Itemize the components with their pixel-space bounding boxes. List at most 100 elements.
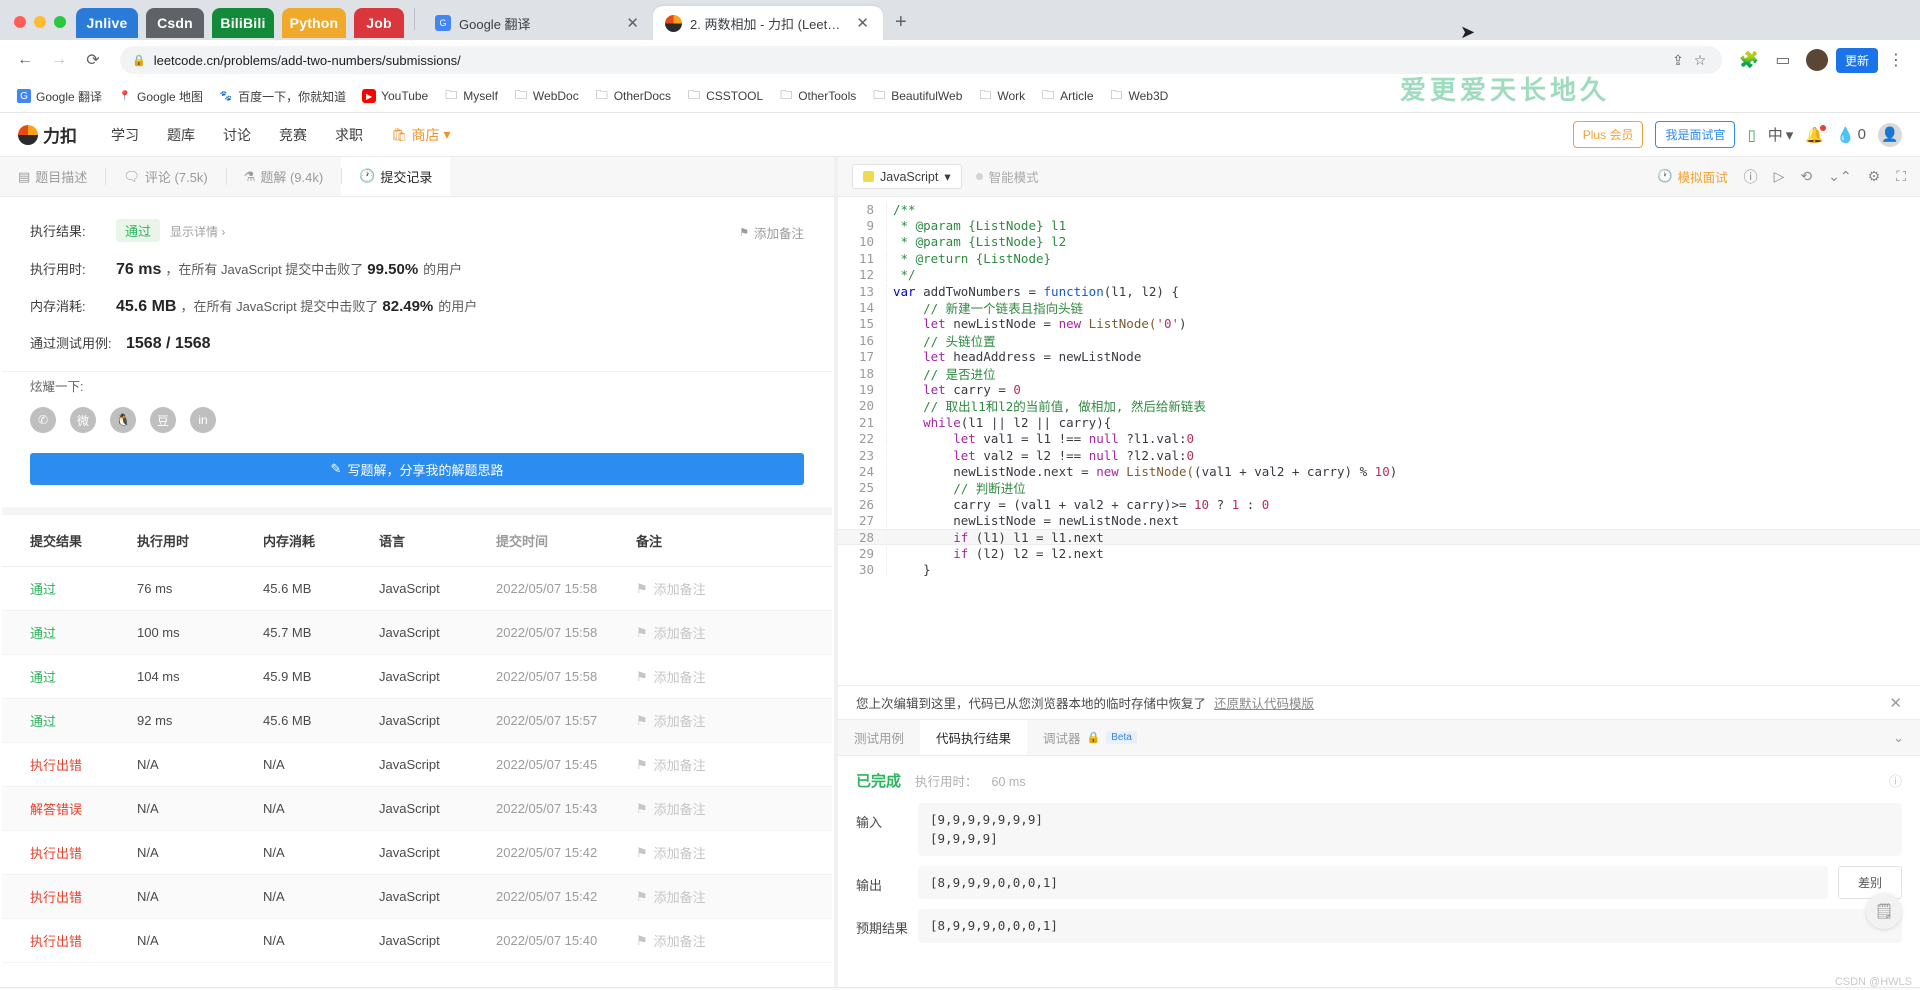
reload-icon[interactable]: ⟳ [78, 45, 108, 75]
bookmark-item[interactable]: 🗀 WebDoc [507, 85, 586, 107]
table-row[interactable]: 通过 92 ms 45.6 MB JavaScript 2022/05/07 15:57… [2, 698, 832, 743]
format-icon[interactable]: ⌄⌃ [1828, 168, 1851, 185]
pinned-tab-bilibili[interactable]: BiliBili [212, 8, 274, 38]
share-icon[interactable]: ⇪ [1668, 50, 1688, 70]
table-row[interactable]: 通过 104 ms 45.9 MB JavaScript 2022/05/07 15:5… [2, 654, 832, 699]
close-icon[interactable]: ✕ [854, 14, 871, 32]
reset-icon[interactable]: ⟲ [1800, 168, 1812, 185]
profile-icon[interactable] [1802, 45, 1832, 75]
user-avatar[interactable]: 👤 [1878, 122, 1902, 147]
cell-result[interactable]: 通过 [2, 610, 127, 655]
chrome-menu-icon[interactable]: ⋮ [1882, 50, 1910, 70]
fullscreen-icon[interactable]: ⛶ [1896, 168, 1906, 185]
table-row[interactable]: 执行出错 N/A N/A JavaScript 2022/05/07 15:42 ⚑ 添加备… [2, 874, 832, 919]
table-row[interactable]: 通过 76 ms 45.6 MB JavaScript 2022/05/07 15:58… [2, 566, 832, 611]
linkedin-icon[interactable]: in [190, 407, 216, 433]
close-icon[interactable]: ✕ [624, 14, 641, 32]
run-icon[interactable]: ▷ [1774, 168, 1785, 185]
nav-item-store[interactable]: 🛍 商店 ▾ [377, 125, 465, 145]
bookmark-item[interactable]: 🗀 Web3D [1103, 85, 1176, 107]
tab-execution-result[interactable]: 代码执行结果 [920, 720, 1028, 755]
close-icon[interactable]: ✕ [1889, 694, 1902, 712]
pinned-tab-jnlive[interactable]: Jnlive [76, 8, 138, 38]
tab-debugger[interactable]: 调试器 🔒 Beta [1027, 720, 1153, 755]
language-selector-button[interactable]: JavaScript ▾ [852, 164, 962, 189]
table-row[interactable]: 解答错误 N/A N/A JavaScript 2022/05/07 15:43 ⚑ 添加备… [2, 786, 832, 831]
bookmark-item[interactable]: ▶ YouTube [355, 85, 435, 107]
diff-button[interactable]: 差别 [1838, 865, 1902, 899]
table-row[interactable]: 通过 100 ms 45.7 MB JavaScript 2022/05/07 15:5… [2, 610, 832, 655]
settings-icon[interactable]: ⚙ [1868, 168, 1881, 185]
douban-icon[interactable]: 豆 [150, 407, 176, 433]
extensions-icon[interactable]: 🧩 [1734, 45, 1764, 75]
pinned-tab-job[interactable]: Job [354, 8, 404, 38]
tab-solutions[interactable]: ⚗ 题解 (9.4k) [225, 157, 342, 196]
bookmark-item[interactable]: 🗀 Myself [437, 85, 505, 107]
bookmark-item[interactable]: 🗀 OtherTools [772, 85, 863, 107]
mock-interview-button[interactable]: 🕐 模拟面试 [1657, 167, 1728, 186]
nav-item-discuss[interactable]: 讨论 [209, 125, 265, 145]
info-icon[interactable]: ⓘ [1889, 771, 1902, 790]
leetcode-logo[interactable]: 力扣 [18, 122, 77, 147]
tab-submissions[interactable]: 🕐 提交记录 [341, 157, 451, 196]
maximize-window-button[interactable] [54, 16, 66, 28]
bookmark-item[interactable]: 📍 Google 地图 [111, 84, 210, 109]
weibo-icon[interactable]: 微 [70, 407, 96, 433]
cell-note[interactable]: ⚑ 添加备注 [626, 786, 832, 831]
table-row[interactable]: 执行出错 N/A N/A JavaScript 2022/05/07 15:40 ⚑ 添加备… [2, 918, 832, 963]
tab-google-translate[interactable]: G Google 翻译 ✕ [423, 6, 653, 40]
bookmark-item[interactable]: 🗀 Work [971, 85, 1032, 107]
table-row[interactable]: 执行出错 N/A N/A JavaScript 2022/05/07 15:42 ⚑ 添加备… [2, 830, 832, 875]
notifications-icon[interactable]: 🔔 [1805, 124, 1826, 144]
nav-item-contest[interactable]: 竞赛 [265, 125, 321, 145]
bookmark-item[interactable]: 🗀 BeautifulWeb [865, 85, 969, 107]
update-button[interactable]: 更新 [1835, 47, 1878, 73]
cell-result[interactable]: 解答错误 [2, 786, 127, 831]
cell-result[interactable]: 执行出错 [2, 830, 127, 875]
new-tab-button[interactable]: + [883, 11, 919, 40]
cell-note[interactable]: ⚑ 添加备注 [626, 874, 832, 919]
show-details-link[interactable]: 显示详情 › [170, 223, 225, 240]
mobile-app-icon[interactable]: ▯ [1747, 126, 1755, 144]
language-selector[interactable]: 中 ▾ [1768, 124, 1794, 145]
tab-comments[interactable]: 🗨 评论 (7.5k) [105, 157, 225, 196]
cell-result[interactable]: 通过 [2, 654, 127, 699]
code-editor[interactable]: 8/** 9 * @param {ListNode} l1 10 * @param … [838, 197, 1920, 685]
cell-note[interactable]: ⚑ 添加备注 [626, 830, 832, 875]
close-window-button[interactable] [14, 16, 26, 28]
bookmark-item[interactable]: 🐾 百度一下，你就知道 [212, 84, 353, 109]
cell-note[interactable]: ⚑ 添加备注 [626, 698, 832, 743]
bookmark-star-icon[interactable]: ☆ [1690, 50, 1710, 70]
cursor-pointer-icon[interactable]: ▭ [1768, 45, 1798, 75]
nav-item-study[interactable]: 学习 [97, 125, 153, 145]
cell-note[interactable]: ⚑ 添加备注 [626, 742, 832, 787]
bookmark-item[interactable]: 🗀 OtherDocs [588, 85, 678, 107]
wechat-icon[interactable]: ✆ [30, 407, 56, 433]
pinned-tab-python[interactable]: Python [282, 8, 346, 38]
cell-note[interactable]: ⚑ 添加备注 [626, 610, 832, 655]
cell-note[interactable]: ⚑ 添加备注 [626, 654, 832, 699]
plus-membership-button[interactable]: Plus 会员 [1572, 121, 1644, 148]
cell-result[interactable]: 通过 [2, 566, 127, 611]
tab-problem-description[interactable]: ▤ 题目描述 [0, 157, 105, 196]
cell-note[interactable]: ⚑ 添加备注 [626, 566, 832, 611]
cell-result[interactable]: 执行出错 [2, 874, 127, 919]
bookmark-item[interactable]: G Google 翻译 [10, 84, 109, 109]
restore-template-link[interactable]: 还原默认代码模版 [1214, 693, 1314, 712]
cell-note[interactable]: ⚑ 添加备注 [626, 918, 832, 963]
back-icon[interactable]: ← [10, 45, 40, 75]
qq-icon[interactable]: 🐧 [110, 407, 136, 433]
minimize-window-button[interactable] [34, 16, 46, 28]
address-bar[interactable]: 🔒 leetcode.cn/problems/add-two-numbers/s… [120, 46, 1722, 74]
info-icon[interactable]: ⓘ [1744, 167, 1758, 187]
coins-indicator[interactable]: 💧 0 [1836, 126, 1866, 144]
table-row[interactable]: 执行出错 N/A N/A JavaScript 2022/05/07 15:45 ⚑ 添加备… [2, 742, 832, 787]
cell-result[interactable]: 执行出错 [2, 742, 127, 787]
tab-testcase[interactable]: 测试用例 [838, 720, 920, 755]
feedback-button[interactable]: 🗒 [1866, 893, 1902, 929]
smart-mode-toggle[interactable]: 智能模式 [975, 167, 1039, 186]
bookmark-item[interactable]: 🗀 CSSTOOL [680, 85, 770, 107]
cell-result[interactable]: 执行出错 [2, 918, 127, 963]
bookmark-item[interactable]: 🗀 Article [1034, 85, 1100, 107]
add-note-button[interactable]: ⚑ 添加备注 [739, 223, 804, 242]
